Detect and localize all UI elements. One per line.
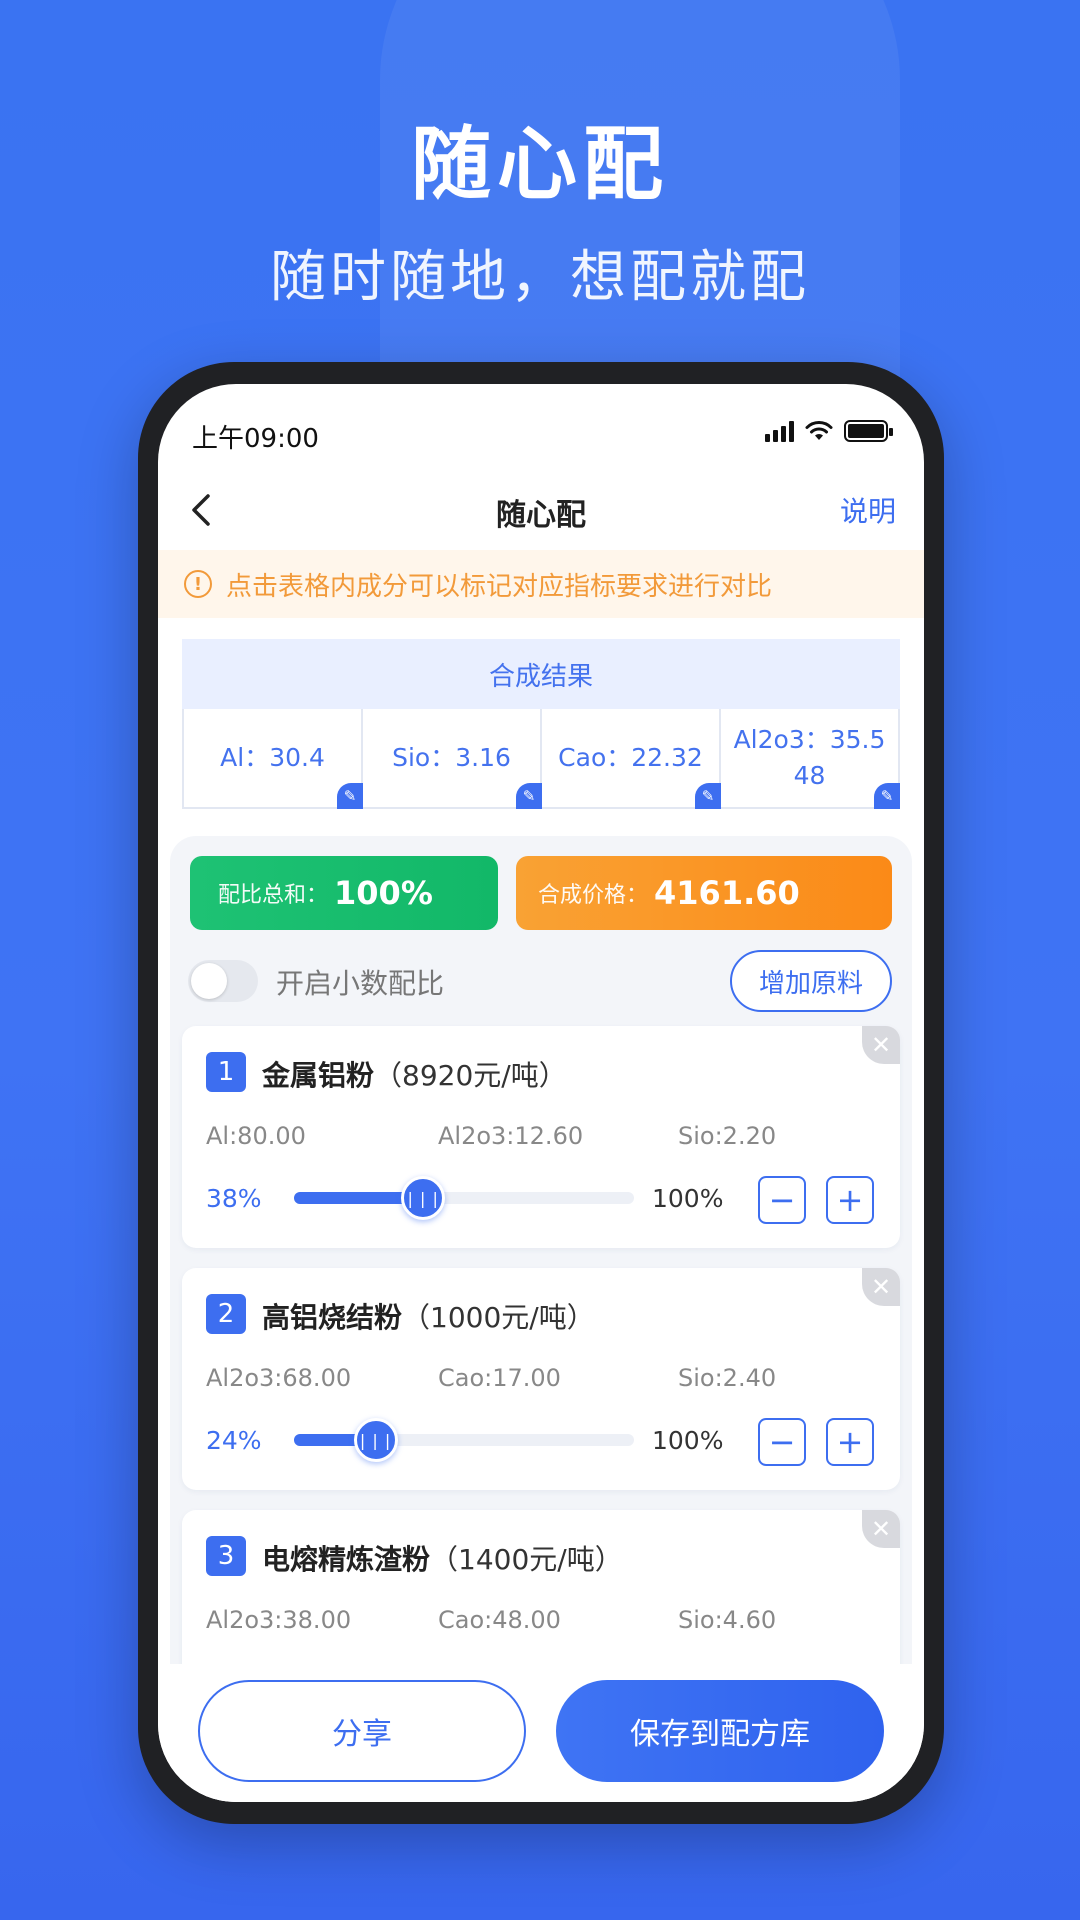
increase-button[interactable]: + [826,1176,874,1224]
material-component: Al2o3:38.00 [206,1606,352,1634]
result-cell-text: Al：30.4 [220,743,325,772]
edit-icon: ✎ [337,783,363,809]
ratio-slider[interactable]: | | | [294,1176,634,1220]
material-title: 高铝烧结粉（1000元/吨） [262,1296,595,1336]
status-bar: 上午09:00 [158,384,924,456]
material-name: 金属铝粉 [262,1059,375,1092]
slider-thumb[interactable]: | | | [401,1176,446,1220]
material-title: 金属铝粉（8920元/吨） [262,1054,567,1094]
result-cell-al2o3[interactable]: Al2o3：35.548 ✎ [721,709,900,809]
slider-thumb[interactable]: | | | [353,1418,398,1462]
material-percent: 24% [206,1426,262,1455]
result-cell-al[interactable]: Al：30.4 ✎ [184,709,363,809]
battery-icon [844,420,893,442]
material-component: Cao:17.00 [438,1364,561,1392]
edit-icon: ✎ [516,783,542,809]
formula-panel: 配比总和： 100% 合成价格： 4161.60 开启小数配比 增加原料 ✕ 1… [170,836,912,1802]
result-cells: Al：30.4 ✎ Sio：3.16 ✎ Cao：22.32 ✎ Al2o3：3… [182,709,900,809]
save-to-library-button[interactable]: 保存到配方库 [556,1680,884,1782]
edit-icon: ✎ [874,783,900,809]
decrease-button[interactable]: − [758,1176,806,1224]
ratio-sum-value: 100% [334,874,433,912]
info-icon: ! [184,570,212,598]
close-icon[interactable]: ✕ [862,1268,900,1306]
material-index: 3 [206,1536,246,1576]
material-name: 电熔精炼渣粉 [262,1543,431,1576]
material-component: Cao:48.00 [438,1606,561,1634]
material-card: ✕ 1 金属铝粉（8920元/吨） Al:80.00 Al2o3:12.60 S… [182,1026,900,1248]
material-index: 2 [206,1294,246,1334]
material-component: Al2o3:12.60 [438,1122,584,1150]
hero-subtitle: 随时随地，想配就配 [270,245,810,310]
ratio-slider[interactable]: | | | [294,1418,634,1462]
ratio-sum-box: 配比总和： 100% [190,856,498,930]
close-icon[interactable]: ✕ [862,1510,900,1548]
material-price: （8920元/吨） [374,1059,567,1092]
ratio-sum-label: 配比总和： [218,883,329,908]
material-name: 高铝烧结粉 [262,1301,403,1334]
material-card: ✕ 2 高铝烧结粉（1000元/吨） Al2o3:68.00 Cao:17.00… [182,1268,900,1490]
notice-banner: ! 点击表格内成分可以标记对应指标要求进行对比 [158,550,924,618]
decimal-toggle-label: 开启小数配比 [276,967,445,1000]
wifi-icon [805,421,833,440]
add-material-button[interactable]: 增加原料 [730,950,892,1012]
material-component: Al2o3:68.00 [206,1364,352,1392]
price-label: 合成价格： [538,883,649,908]
close-icon[interactable]: ✕ [862,1026,900,1064]
toggle-knob [191,963,227,999]
price-value: 4161.60 [654,874,800,912]
result-title: 合成结果 [182,639,900,709]
price-box: 合成价格： 4161.60 [516,856,892,930]
page-title: 随心配 [496,498,586,533]
signal-icon [765,420,794,442]
material-title: 电熔精炼渣粉（1400元/吨） [262,1538,623,1578]
result-cell-text: Al2o3：35.548 [733,725,886,790]
result-table: 合成结果 Al：30.4 ✎ Sio：3.16 ✎ Cao：22.32 ✎ Al… [182,639,900,809]
share-button[interactable]: 分享 [198,1680,526,1782]
increase-button[interactable]: + [826,1418,874,1466]
phone-frame: 上午09:00 随心配 说明 ! 点击表格内成分可以标记对应指标要求进行对比 合… [138,362,944,1824]
bottom-action-bar: 分享 保存到配方库 [158,1664,924,1802]
material-component: Sio:4.60 [678,1606,777,1634]
result-cell-sio[interactable]: Sio：3.16 ✎ [363,709,542,809]
decimal-toggle[interactable] [188,960,258,1002]
status-icons [765,420,893,442]
material-component: Sio:2.40 [678,1364,777,1392]
material-component: Sio:2.20 [678,1122,777,1150]
hero-title: 随心配 [411,118,669,211]
phone-screen: 上午09:00 随心配 说明 ! 点击表格内成分可以标记对应指标要求进行对比 合… [158,384,924,1802]
slider-max: 100% [652,1184,724,1213]
status-time: 上午09:00 [192,424,319,454]
material-price: （1000元/吨） [402,1301,595,1334]
result-cell-text: Cao：22.32 [558,743,703,772]
material-price: （1400元/吨） [430,1543,623,1576]
result-cell-text: Sio：3.16 [392,743,511,772]
help-link[interactable]: 说明 [840,490,896,530]
edit-icon: ✎ [695,783,721,809]
notice-text: 点击表格内成分可以标记对应指标要求进行对比 [226,571,773,602]
result-cell-cao[interactable]: Cao：22.32 ✎ [542,709,721,809]
slider-max: 100% [652,1426,724,1455]
material-component: Al:80.00 [206,1122,306,1150]
material-percent: 38% [206,1184,262,1213]
nav-bar: 随心配 说明 [158,468,924,558]
material-index: 1 [206,1052,246,1092]
decrease-button[interactable]: − [758,1418,806,1466]
